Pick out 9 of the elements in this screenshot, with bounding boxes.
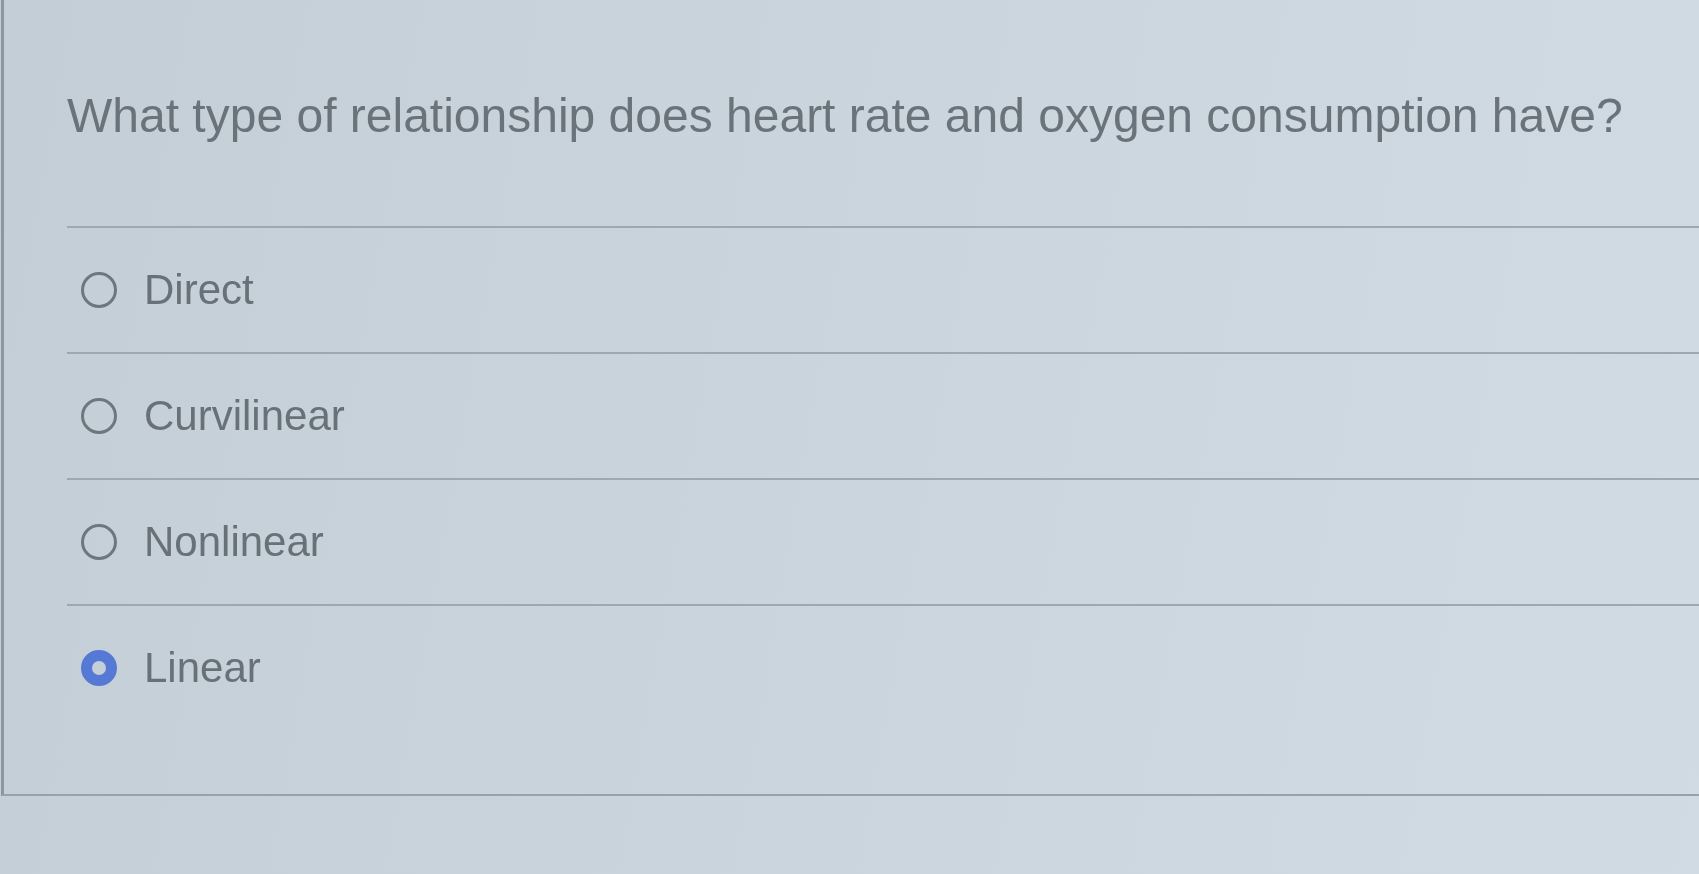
radio-button[interactable] [81,272,117,308]
option-label: Curvilinear [144,390,345,441]
radio-button[interactable] [81,650,117,686]
option-label: Direct [144,264,254,315]
option-label: Nonlinear [144,516,324,567]
option-label: Linear [144,642,261,693]
radio-button[interactable] [81,398,117,434]
question-text: What type of relationship does heart rate and oxygen consumption have? [67,88,1623,144]
radio-button[interactable] [81,524,117,560]
